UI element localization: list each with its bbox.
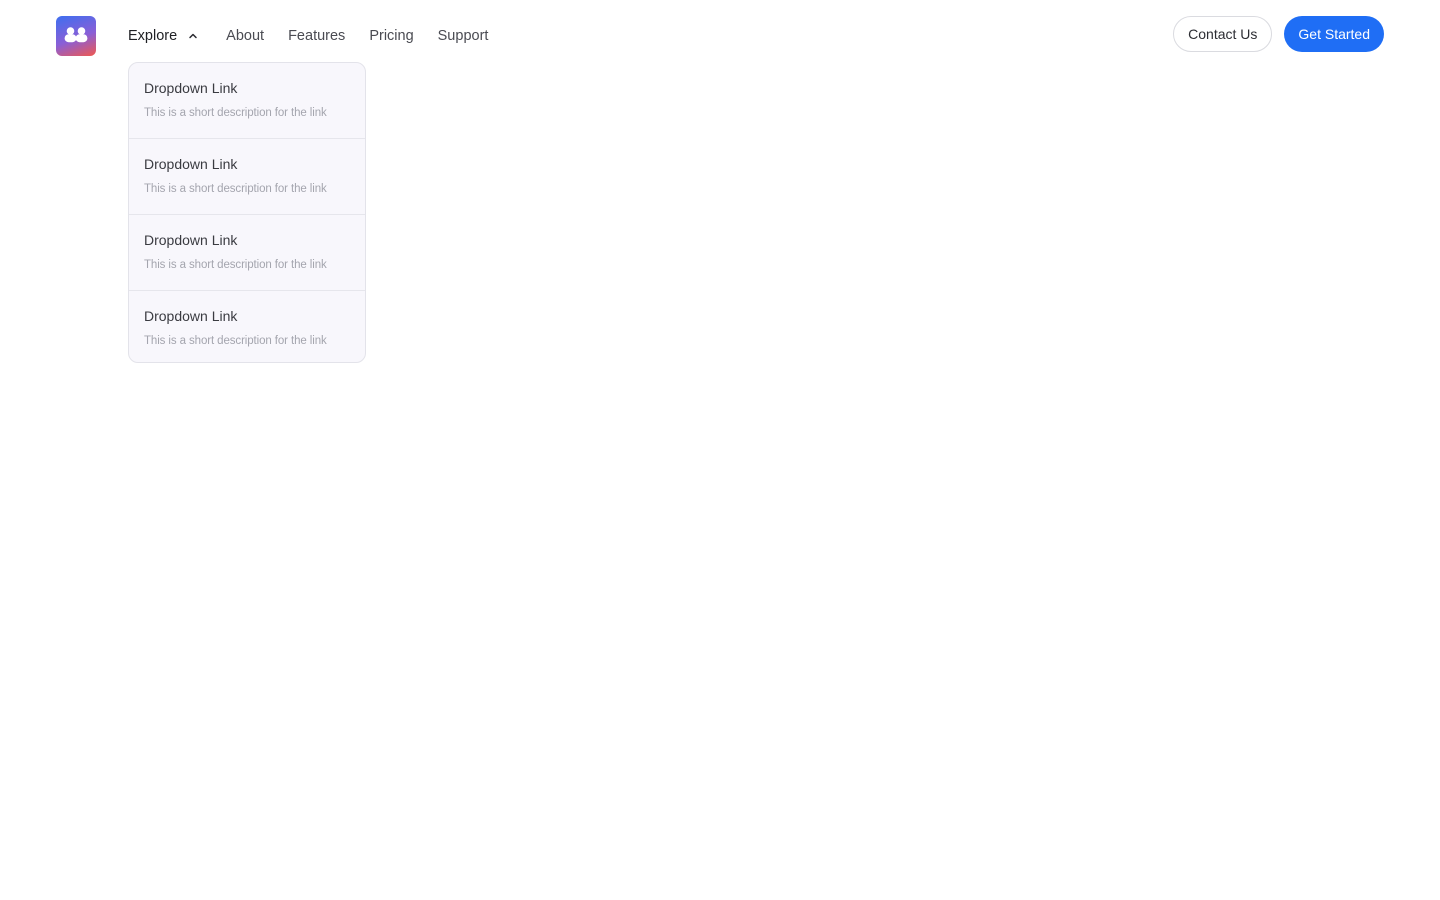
- header-actions: Contact Us Get Started: [1173, 16, 1384, 52]
- dropdown-link-description: This is a short description for the link: [144, 335, 327, 347]
- dropdown-link-item[interactable]: Dropdown Link This is a short descriptio…: [129, 138, 365, 214]
- explore-dropdown-menu: Dropdown Link This is a short descriptio…: [128, 62, 366, 363]
- dropdown-link-title: Dropdown Link: [144, 156, 238, 172]
- dropdown-link-item[interactable]: Dropdown Link This is a short descriptio…: [129, 214, 365, 290]
- dropdown-link-title: Dropdown Link: [144, 232, 238, 248]
- dropdown-link-description: This is a short description for the link: [144, 259, 327, 271]
- brand-logo[interactable]: [56, 16, 96, 56]
- contact-us-button[interactable]: Contact Us: [1173, 16, 1273, 52]
- nav-explore-label: Explore: [128, 28, 178, 44]
- nav-pricing[interactable]: Pricing: [369, 25, 413, 47]
- nav-features[interactable]: Features: [288, 25, 345, 47]
- two-people-icon: [64, 27, 88, 43]
- dropdown-link-description: This is a short description for the link: [144, 183, 327, 195]
- nav-explore[interactable]: Explore: [128, 25, 200, 47]
- dropdown-link-item[interactable]: Dropdown Link This is a short descriptio…: [129, 290, 365, 362]
- dropdown-link-title: Dropdown Link: [144, 80, 238, 96]
- dropdown-link-description: This is a short description for the link: [144, 107, 327, 119]
- dropdown-link-item[interactable]: Dropdown Link This is a short descriptio…: [129, 63, 365, 138]
- dropdown-link-title: Dropdown Link: [144, 308, 238, 324]
- nav-about[interactable]: About: [226, 25, 264, 47]
- chevron-up-icon: [189, 33, 197, 39]
- main-nav: Explore About Features Pricing Support: [128, 25, 488, 47]
- nav-support[interactable]: Support: [438, 25, 489, 47]
- get-started-button[interactable]: Get Started: [1284, 16, 1384, 52]
